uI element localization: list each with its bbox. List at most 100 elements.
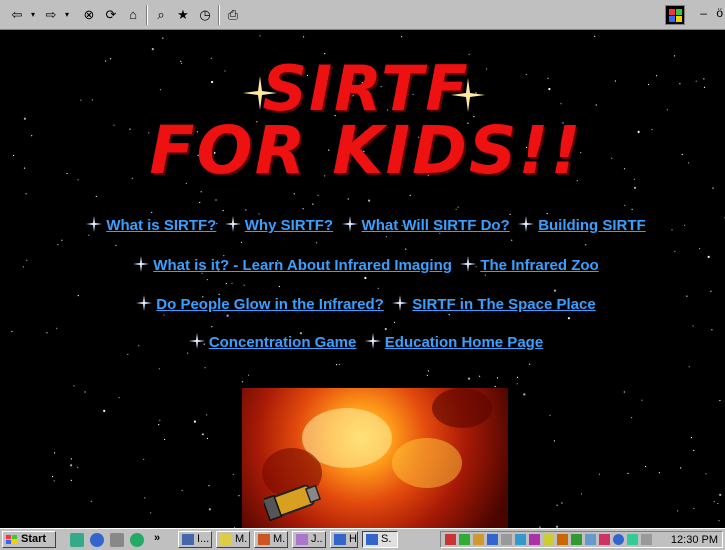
tray-icon[interactable] [557, 534, 568, 545]
tray-icon[interactable] [641, 534, 652, 545]
star [150, 512, 152, 514]
stop-icon[interactable]: ⊗ [80, 6, 98, 24]
quicklaunch-channels-icon[interactable] [130, 533, 144, 547]
nav-row-1: What is SIRTF? Why SIRTF? What Will SIRT… [7, 216, 725, 235]
star [335, 364, 338, 366]
volume-icon[interactable] [501, 534, 512, 545]
tray-icon[interactable] [445, 534, 456, 545]
star [693, 449, 695, 452]
window-buttons: – ö [694, 6, 723, 20]
link-people-glow[interactable]: Do People Glow in the Infrared? [156, 296, 384, 313]
star [623, 391, 625, 393]
minimize-button[interactable]: – [700, 6, 707, 20]
star [553, 440, 556, 442]
star [90, 500, 92, 502]
link-what-will-sirtf-do[interactable]: What Will SIRTF Do? [362, 217, 510, 234]
star [556, 504, 558, 506]
favorites-icon[interactable]: ★ [174, 6, 192, 24]
star [143, 458, 145, 460]
star [193, 420, 196, 423]
star [718, 520, 720, 522]
star [238, 495, 240, 497]
star [206, 437, 208, 440]
quicklaunch-desktop-icon[interactable] [70, 533, 84, 547]
nav-item: Concentration Game [188, 333, 357, 352]
star [692, 325, 694, 327]
tray-icon[interactable] [473, 534, 484, 545]
back-icon[interactable]: ⇦ [8, 6, 26, 24]
star [245, 209, 247, 211]
forward-dropdown-icon[interactable]: ▾ [62, 6, 72, 24]
star [57, 244, 59, 246]
star [84, 391, 86, 393]
taskbar-task-active[interactable]: S. [362, 531, 398, 548]
star [511, 239, 513, 241]
tray-icon[interactable] [571, 534, 582, 545]
star [627, 472, 629, 475]
tray-icon[interactable] [585, 534, 596, 545]
telescope-icon [264, 484, 322, 522]
link-what-is-sirtf[interactable]: What is SIRTF? [106, 217, 216, 234]
link-building-sirtf[interactable]: Building SIRTF [538, 217, 645, 234]
star [231, 282, 233, 284]
link-education-home[interactable]: Education Home Page [385, 334, 543, 351]
star [232, 473, 234, 475]
restore-button[interactable]: ö [716, 6, 723, 20]
taskbar-task[interactable]: J.. [292, 531, 326, 548]
star [115, 244, 117, 246]
star-bullet-icon [364, 333, 381, 349]
star [243, 284, 245, 286]
tray-icon[interactable] [487, 534, 498, 545]
forward-icon[interactable]: ⇨ [42, 6, 60, 24]
taskbar-task[interactable]: H. [330, 531, 358, 548]
taskbar-task[interactable]: I... [178, 531, 212, 548]
history-icon[interactable]: ◷ [196, 6, 214, 24]
star [127, 353, 129, 356]
tray-icon[interactable] [627, 534, 638, 545]
star [103, 409, 106, 412]
infrared-nebula-image[interactable] [242, 388, 508, 528]
home-icon[interactable]: ⌂ [124, 6, 142, 24]
taskbar-task[interactable]: M. [216, 531, 250, 548]
star [247, 374, 250, 376]
link-concentration-game[interactable]: Concentration Game [209, 334, 357, 351]
star [719, 493, 722, 496]
tray-icon[interactable] [515, 534, 526, 545]
star [385, 236, 387, 238]
star-bullet-icon [136, 295, 153, 311]
back-dropdown-icon[interactable]: ▾ [28, 6, 38, 24]
star-bullet-icon [341, 216, 358, 232]
link-sirtf-space-place[interactable]: SIRTF in The Space Place [412, 296, 595, 313]
print-icon[interactable]: ⎙ [224, 6, 242, 24]
quicklaunch-more-chevron[interactable]: » [154, 532, 160, 544]
browser-toolbar: ⇦ ▾ ⇨ ▾ ⊗ ⟳ ⌂ ⌕ ★ ◷ ⎙ – ö [0, 0, 725, 30]
star-bullet-icon [86, 216, 103, 232]
clock[interactable]: 12:30 PM [671, 533, 718, 547]
star [181, 490, 183, 492]
tray-icon[interactable] [599, 534, 610, 545]
taskbar-task[interactable]: M. [254, 531, 288, 548]
nav-item: What Will SIRTF Do? [341, 216, 510, 235]
tray-icon[interactable] [529, 534, 540, 545]
link-learn-infrared-imaging[interactable]: What is it? - Learn About Infrared Imagi… [153, 257, 452, 274]
tray-icon[interactable] [613, 534, 624, 545]
star [699, 247, 701, 250]
tray-icon[interactable] [543, 534, 554, 545]
star [631, 417, 633, 419]
star [316, 242, 318, 244]
nav-row-4: Concentration Game Education Home Page [7, 333, 725, 352]
task-icon [220, 534, 232, 545]
star [199, 201, 201, 204]
star [302, 208, 304, 210]
link-why-sirtf[interactable]: Why SIRTF? [245, 217, 333, 234]
quicklaunch-ie-icon[interactable] [90, 533, 104, 547]
link-infrared-zoo[interactable]: The Infrared Zoo [480, 257, 598, 274]
refresh-icon[interactable]: ⟳ [102, 6, 120, 24]
tray-icon[interactable] [459, 534, 470, 545]
search-icon[interactable]: ⌕ [152, 6, 170, 24]
start-button[interactable]: Start [2, 531, 56, 548]
star-bullet-icon [518, 216, 535, 232]
star [549, 414, 551, 416]
star-bullet-icon [133, 256, 150, 272]
quicklaunch-outlook-icon[interactable] [110, 533, 124, 547]
